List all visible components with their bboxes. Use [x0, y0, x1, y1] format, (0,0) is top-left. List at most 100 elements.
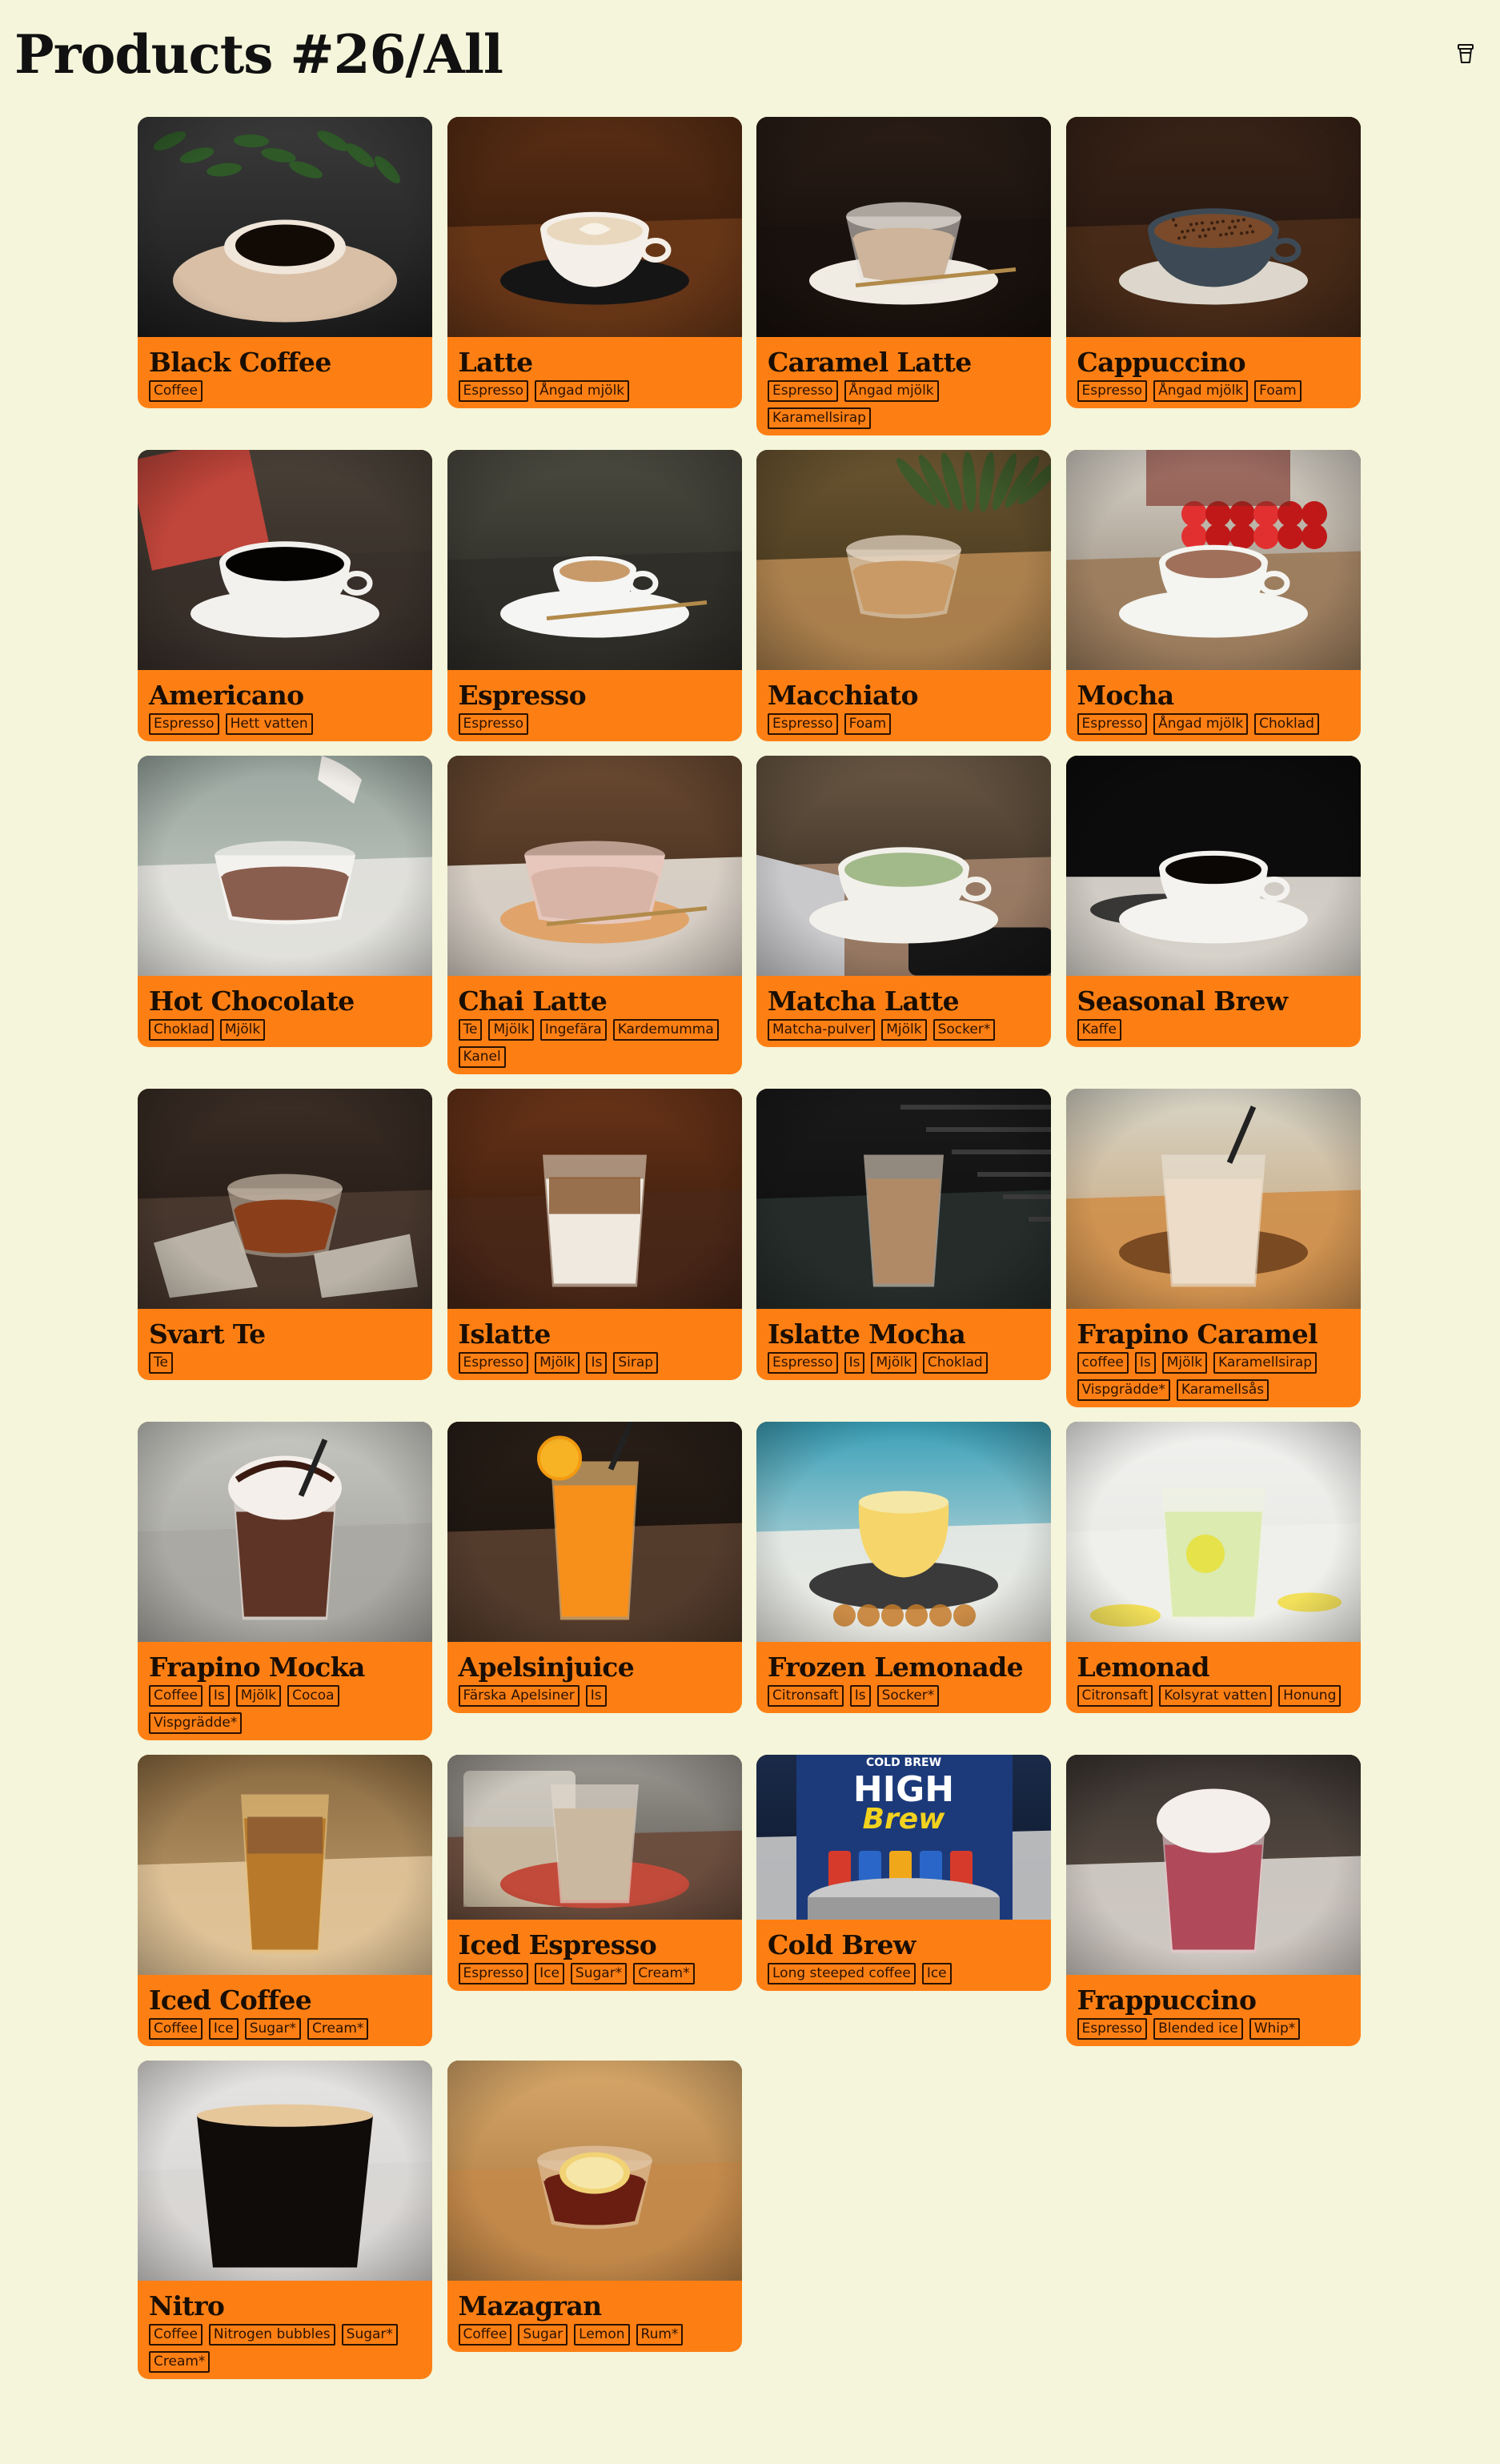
product-info: Espresso Espresso	[447, 670, 742, 741]
ingredient-tag: Is	[844, 1352, 865, 1374]
latte-photo	[447, 117, 742, 337]
ingredient-tags: Färska Apelsiner Is	[458, 1685, 731, 1707]
page-title: Products #26/All	[14, 23, 503, 86]
ingredient-tag: Sirap	[613, 1352, 659, 1374]
product-card[interactable]: Seasonal Brew Kaffe	[1065, 756, 1361, 1047]
product-name: Black Coffee	[149, 347, 331, 378]
product-card[interactable]: Frozen Lemonade Citronsaft Is Socker*	[756, 1422, 1051, 1713]
product-info: Macchiato Espresso Foam	[756, 670, 1051, 741]
ingredient-tag: Espresso	[149, 713, 219, 735]
product-card[interactable]: Americano Espresso Hett vatten	[138, 450, 432, 741]
product-card[interactable]: Matcha Latte Matcha-pulver Mjölk Socker*	[756, 756, 1051, 1047]
product-card[interactable]: Apelsinjuice Färska Apelsiner Is	[447, 1422, 742, 1713]
product-card[interactable]: Mazagran Coffee Sugar Lemon Rum*	[447, 2061, 742, 2352]
product-card[interactable]: Caramel Latte Espresso Ångad mjölk Karamell…	[756, 117, 1051, 435]
ingredient-tag: Mjölk	[871, 1352, 916, 1374]
product-image	[756, 756, 1051, 976]
ingredient-tags: Te Mjölk Ingefära Kardemumma Kanel	[458, 1019, 731, 1068]
apelsinjuice-photo	[447, 1422, 742, 1642]
product-info: Lemonad Citronsaft Kolsyrat vatten Honung	[1066, 1642, 1361, 1713]
product-info: Mazagran Coffee Sugar Lemon Rum*	[447, 2281, 742, 2352]
cup-icon	[1458, 44, 1474, 63]
ingredient-tag: Ångad mjölk	[535, 380, 630, 402]
ingredient-tag: Espresso	[458, 380, 529, 402]
product-card[interactable]: Frapino Mocka Coffee Is Mjölk Cocoa Vispgrädd…	[138, 1422, 432, 1740]
product-name: Macchiato	[768, 680, 918, 711]
product-image	[1065, 450, 1361, 670]
product-name: Cold Brew	[768, 1929, 916, 1960]
product-image: COLD BREW HIGH Brew	[756, 1755, 1051, 1920]
product-card[interactable]: Hot Chocolate Choklad Mjölk	[138, 756, 432, 1047]
frapino-mocka-photo	[138, 1422, 432, 1642]
ingredient-tag: Espresso	[458, 1963, 529, 1984]
svart-te-photo	[138, 1089, 432, 1309]
espresso-photo	[447, 450, 742, 670]
product-card[interactable]: Mocha Espresso Ångad mjölk Choklad	[1065, 450, 1361, 741]
product-card[interactable]: Islatte Mocha Espresso Is Mjölk Choklad	[756, 1089, 1051, 1380]
ingredient-tags: Choklad Mjölk	[149, 1019, 421, 1041]
ingredient-tag: Sugar*	[341, 2324, 398, 2346]
product-image	[1065, 1089, 1361, 1309]
product-card[interactable]: Nitro Coffee Nitrogen bubbles Sugar* Cream*	[138, 2061, 432, 2379]
ingredient-tag: Mjölk	[488, 1019, 534, 1041]
ingredient-tags: Coffee Is Mjölk Cocoa Vispgrädde*	[149, 1685, 421, 1734]
product-name: Islatte Mocha	[768, 1318, 966, 1350]
product-name: Mocha	[1077, 680, 1175, 711]
ingredient-tag: Long steeped coffee	[768, 1963, 916, 1984]
frappuccino-photo	[1065, 1755, 1361, 1975]
americano-photo	[138, 450, 432, 670]
product-info: Frozen Lemonade Citronsaft Is Socker*	[756, 1642, 1051, 1713]
product-card[interactable]: Espresso Espresso	[447, 450, 742, 741]
matcha-latte-photo	[756, 756, 1051, 976]
product-card[interactable]: COLD BREW HIGH Brew Cold Brew Long steeped c…	[756, 1755, 1051, 1991]
product-card[interactable]: Svart Te Te	[138, 1089, 432, 1380]
ingredient-tag: Citronsaft	[1077, 1685, 1153, 1707]
product-image	[1065, 1422, 1361, 1642]
product-image	[138, 1089, 432, 1309]
ingredient-tags: Espresso Ångad mjölk	[458, 380, 731, 402]
ingredient-tag: Citronsaft	[768, 1685, 844, 1707]
product-info: Iced Coffee Coffee Ice Sugar* Cream*	[138, 1975, 432, 2046]
product-card[interactable]: Chai Latte Te Mjölk Ingefära Kardemumma Kanel	[447, 756, 742, 1074]
ingredient-tag: Espresso	[458, 713, 529, 735]
cart-button[interactable]	[1455, 40, 1476, 67]
product-name: Latte	[458, 347, 534, 378]
product-name: Hot Chocolate	[149, 985, 355, 1017]
ingredient-tag: Socker*	[876, 1685, 940, 1707]
product-card[interactable]: Black Coffee Coffee	[138, 117, 432, 408]
product-card[interactable]: Cappuccino Espresso Ångad mjölk Foam	[1065, 117, 1361, 408]
product-name: Frozen Lemonade	[768, 1651, 1024, 1683]
product-card[interactable]: Islatte Espresso Mjölk Is Sirap	[447, 1089, 742, 1380]
ingredient-tag: Ice	[208, 2018, 239, 2040]
product-card[interactable]: Latte Espresso Ångad mjölk	[447, 117, 742, 408]
product-card[interactable]: Macchiato Espresso Foam	[756, 450, 1051, 741]
product-name: Espresso	[458, 680, 587, 711]
product-card[interactable]: Lemonad Citronsaft Kolsyrat vatten Honung	[1065, 1422, 1361, 1713]
product-name: Nitro	[149, 2290, 225, 2322]
ingredient-tag: Is	[849, 1685, 871, 1707]
product-image	[1065, 117, 1361, 337]
product-name: Seasonal Brew	[1077, 985, 1289, 1017]
ingredient-tag: Is	[208, 1685, 230, 1707]
ingredient-tag: Choklad	[1254, 713, 1319, 735]
product-image	[138, 756, 432, 976]
product-image	[138, 450, 432, 670]
ingredient-tag: Espresso	[458, 1352, 529, 1374]
product-name: Frappuccino	[1077, 1984, 1257, 2016]
product-card[interactable]: Iced Espresso Espresso Ice Sugar* Cream*	[447, 1755, 742, 1991]
ingredient-tag: Cocoa	[287, 1685, 339, 1707]
black-coffee-photo	[138, 117, 432, 337]
ingredient-tag: Matcha-pulver	[768, 1019, 876, 1041]
ingredient-tag: Ångad mjölk	[844, 380, 939, 402]
product-card[interactable]: Iced Coffee Coffee Ice Sugar* Cream*	[138, 1755, 432, 2046]
product-name: Cappuccino	[1077, 347, 1246, 378]
ingredient-tag: Kolsyrat vatten	[1159, 1685, 1273, 1707]
product-card[interactable]: Frappuccino Espresso Blended ice Whip*	[1065, 1755, 1361, 2046]
ingredient-tags: Espresso Blended ice Whip*	[1077, 2018, 1350, 2040]
product-image	[447, 756, 742, 976]
product-image	[756, 1422, 1051, 1642]
product-info: Hot Chocolate Choklad Mjölk	[138, 976, 432, 1047]
product-info: Americano Espresso Hett vatten	[138, 670, 432, 741]
product-card[interactable]: Frapino Caramel coffee Is Mjölk Karamellsira…	[1065, 1089, 1361, 1407]
product-name: Iced Espresso	[458, 1929, 657, 1960]
